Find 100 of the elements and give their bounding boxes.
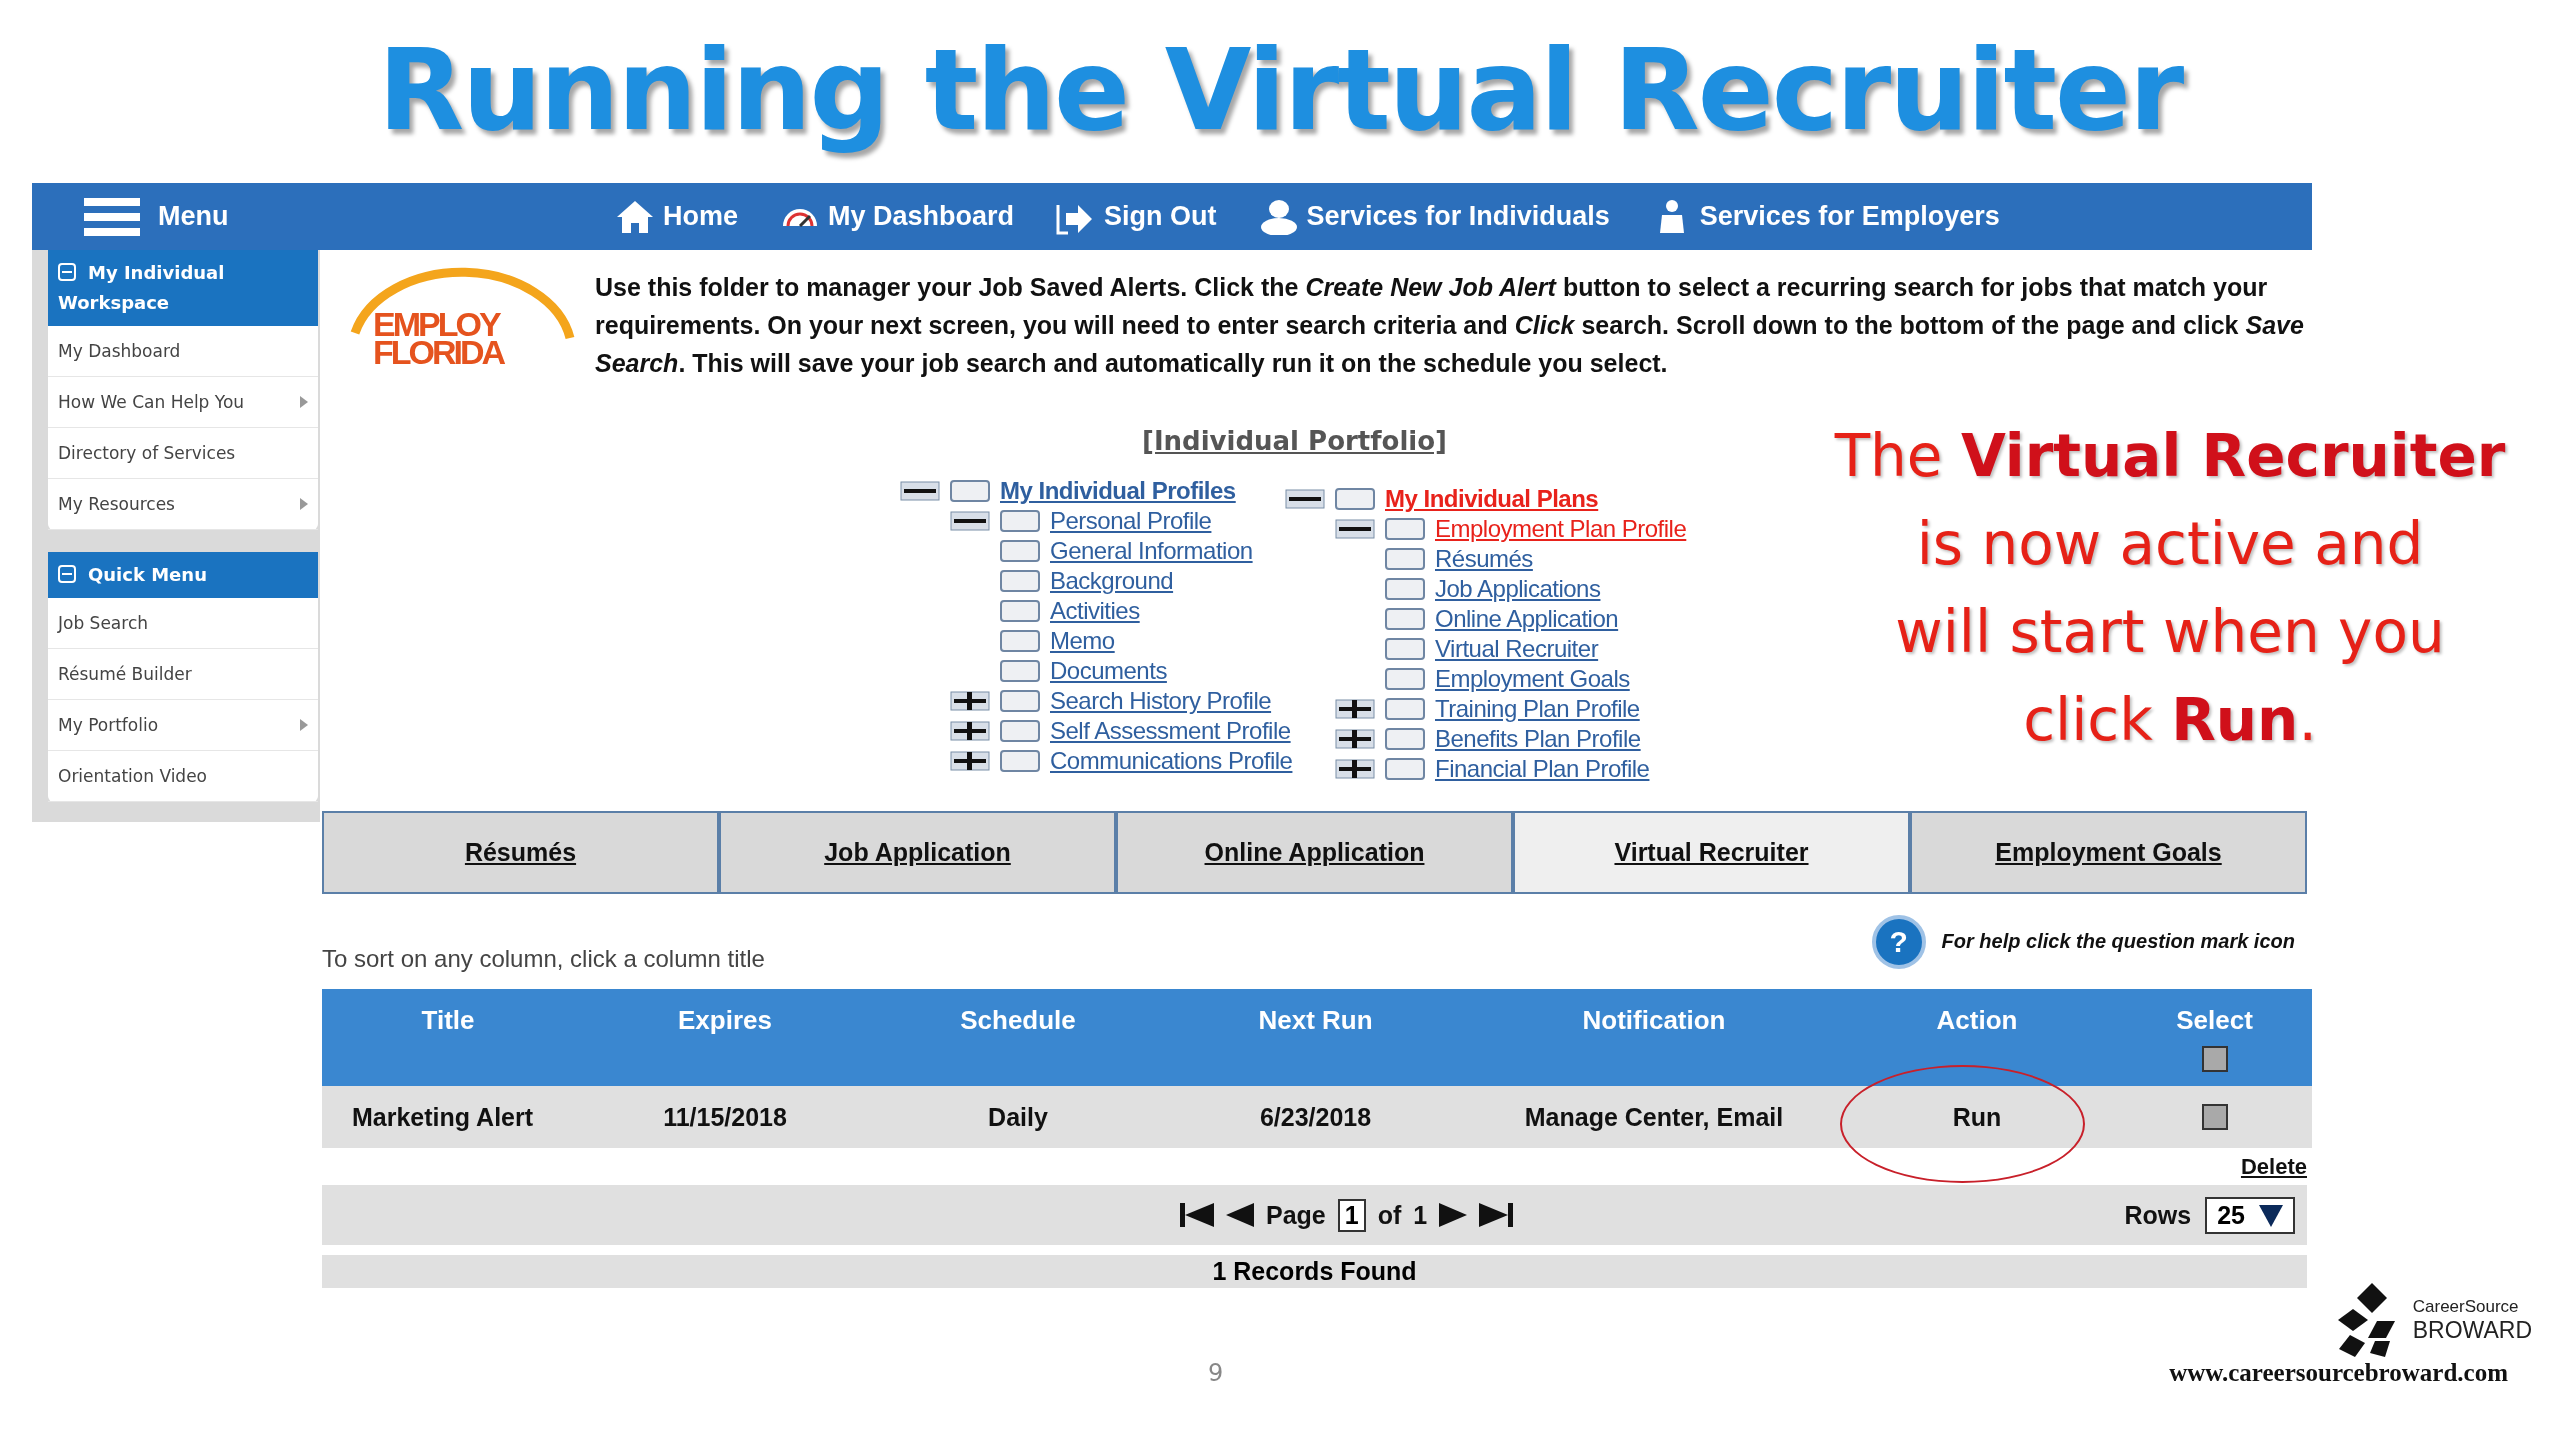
tree-link[interactable]: Background [1050, 567, 1174, 595]
nav-link[interactable]: Services for Employers [1651, 198, 2000, 235]
gauge-icon [780, 206, 820, 227]
column-header[interactable]: Select [2176, 1005, 2253, 1036]
tree-link[interactable]: Search History Profile [1050, 687, 1272, 715]
column-header[interactable]: Notification [1582, 1005, 1726, 1036]
table-cell-text: 6/23/2018 [1258, 1101, 1373, 1133]
collapse-icon[interactable] [1285, 489, 1325, 509]
folder-box-icon [1335, 488, 1375, 510]
folder-box-icon [1385, 608, 1425, 630]
tree-link[interactable]: General Information [1050, 537, 1253, 565]
folder-box-icon [1385, 548, 1425, 570]
folder-box-icon [1385, 638, 1425, 660]
folder-box-icon [1000, 540, 1040, 562]
caret-icon [2259, 1203, 2283, 1227]
brand-name: CareerSource BROWARD [2412, 1296, 2532, 1344]
run-link[interactable]: Run [1952, 1102, 2002, 1132]
logo: EMPLOY FLORIDA [345, 268, 575, 378]
column-header[interactable]: Title [421, 1005, 475, 1036]
sidebar-item[interactable]: My Dashboard [48, 326, 318, 377]
nav-link[interactable]: My Dashboard [780, 201, 1015, 232]
last-page-icon[interactable] [1479, 1202, 1514, 1228]
person-icon [1258, 198, 1299, 235]
rows-label: Rows [2124, 1200, 2192, 1230]
tree-link[interactable]: Training Plan Profile [1435, 695, 1640, 723]
folder-box-icon [1000, 510, 1040, 532]
tab[interactable]: Résumés [322, 811, 719, 894]
nav-link[interactable]: Home [615, 198, 738, 235]
tree-link[interactable]: Memo [1050, 627, 1115, 655]
folder-box-icon [1385, 668, 1425, 690]
tree-link[interactable]: Online Application [1435, 605, 1619, 633]
callout-text: The Virtual Recruiter is now active and will start when you click Run. [1833, 421, 2507, 756]
previous-page-icon[interactable] [1226, 1202, 1254, 1228]
folder-box-icon [1385, 518, 1425, 540]
tree-link[interactable]: Benefits Plan Profile [1435, 725, 1641, 753]
sidebar-item[interactable]: Directory of Services [48, 428, 318, 479]
tree-link[interactable]: Résumés [1435, 545, 1533, 573]
sidebar-section-header[interactable]: My Individual Workspace [48, 250, 318, 326]
page-total: 1 [1413, 1200, 1428, 1230]
collapse-icon[interactable] [1335, 519, 1375, 539]
menu-icon [84, 195, 140, 238]
sidebar-item[interactable]: Résumé Builder [48, 649, 318, 700]
tab[interactable]: Job Application [719, 811, 1116, 894]
sidebar-item[interactable]: My Portfolio [48, 700, 318, 751]
tree-link[interactable]: Employment Goals [1435, 665, 1630, 693]
expand-icon[interactable] [1335, 729, 1375, 749]
instructions-text: Use this folder to manager your Job Saved Alerts. Click the Create New Job Alert button to select a recurring search for jobs that match your requirements. On your next screen, you will need to enter search criteria and Click search. Scroll down to the bottom of the page and click Save Search. This will save your job search and automatically run it on the schedule you select. [595, 272, 2305, 379]
table-cell-text: 11/15/2018 [662, 1101, 788, 1133]
tree-link[interactable]: Virtual Recruiter [1435, 635, 1599, 663]
tree-link[interactable]: Self Assessment Profile [1050, 717, 1291, 745]
tree-link[interactable]: My Individual Plans [1385, 485, 1599, 513]
rows-dropdown[interactable]: 25 [2205, 1196, 2295, 1234]
sidebar-item[interactable]: My Resources [48, 479, 318, 530]
footer-url: www.careersourcebroward.com [2169, 1359, 2508, 1387]
tab[interactable]: Employment Goals [1910, 811, 2307, 894]
tree-link[interactable]: Activities [1050, 597, 1140, 625]
page-label: Page [1266, 1200, 1326, 1230]
delete-link[interactable]: Delete [2240, 1153, 2307, 1180]
tab[interactable]: Virtual Recruiter [1513, 811, 1910, 894]
tree-link[interactable]: Personal Profile [1050, 507, 1212, 535]
sidebar-item[interactable]: How We Can Help You [48, 377, 318, 428]
tree-link[interactable]: My Individual Profiles [1000, 477, 1236, 505]
tab[interactable]: Online Application [1116, 811, 1513, 894]
expand-icon[interactable] [1335, 699, 1375, 719]
menu-button[interactable]: Menu [84, 195, 229, 238]
column-header[interactable]: Schedule [960, 1005, 1076, 1036]
tree-link[interactable]: Documents [1050, 657, 1167, 685]
folder-box-icon [950, 480, 990, 502]
nav-link[interactable]: Sign Out [1056, 198, 1217, 235]
expand-icon[interactable] [950, 721, 990, 741]
tree-link[interactable]: Job Applications [1435, 575, 1601, 603]
collapse-icon[interactable] [950, 511, 990, 531]
checkbox[interactable] [2201, 1046, 2228, 1072]
sidebar-section-header[interactable]: Quick Menu [48, 552, 318, 598]
tree-link[interactable]: Employment Plan Profile [1435, 515, 1687, 543]
table-cell-text: Daily [987, 1101, 1049, 1133]
collapse-icon[interactable] [900, 481, 940, 501]
portfolio-heading[interactable]: [Individual Portfolio] [1142, 426, 1487, 456]
checkbox[interactable] [2201, 1104, 2228, 1130]
expand-icon[interactable] [950, 691, 990, 711]
tree-link[interactable]: Communications Profile [1050, 747, 1293, 775]
tree-link[interactable]: Financial Plan Profile [1435, 755, 1650, 783]
sidebar-item[interactable]: Orientation Video [48, 751, 318, 802]
expand-icon[interactable] [1335, 759, 1375, 779]
next-page-icon[interactable] [1439, 1202, 1468, 1228]
slide-title: Running the Virtual Recruiter [376, 24, 2185, 157]
expand-icon[interactable] [950, 751, 990, 771]
column-header[interactable]: Action [1936, 1005, 2018, 1036]
help-text: For help click the question mark icon [1941, 930, 2295, 953]
folder-box-icon [1385, 728, 1425, 750]
column-header[interactable]: Next Run [1258, 1005, 1373, 1036]
first-page-icon[interactable] [1180, 1202, 1214, 1228]
nav-link[interactable]: Services for Individuals [1258, 198, 1610, 235]
folder-box-icon [1000, 690, 1040, 712]
help-icon[interactable]: ? [1871, 914, 1926, 969]
folder-box-icon [1000, 630, 1040, 652]
page-field[interactable]: 1 [1337, 1198, 1366, 1232]
sidebar-item[interactable]: Job Search [48, 598, 318, 649]
folder-box-icon [1385, 578, 1425, 600]
column-header[interactable]: Expires [678, 1005, 772, 1036]
